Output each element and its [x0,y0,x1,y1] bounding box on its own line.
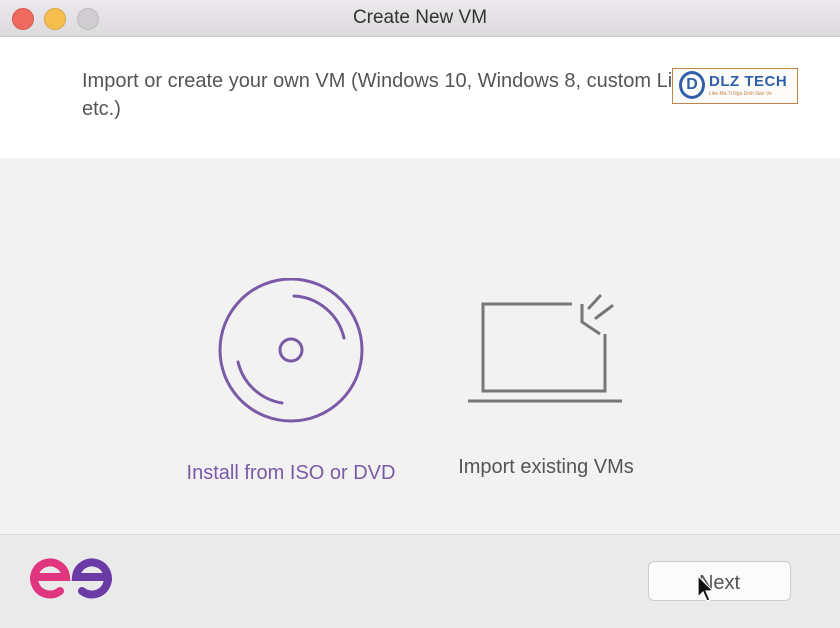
import-existing-vms-option[interactable]: Import existing VMs [446,288,646,488]
laptop-import-icon [468,294,622,403]
title-bar: Create New VM [0,0,840,37]
header-panel: Import or create your own VM (Windows 10… [0,37,840,158]
header-description: Import or create your own VM (Windows 10… [82,70,711,120]
install-from-iso-option[interactable]: Install from ISO or DVD [176,278,406,488]
watermark-text: DLZ TECH [709,73,788,90]
watermark-subtext: Like Ma Ti Nga Dinh Nan Ve [709,91,772,97]
disc-icon [218,278,364,423]
watermark-logo: D DLZ TECH Like Ma Ti Nga Dinh Nan Ve [672,68,798,104]
import-existing-vms-label: Import existing VMs [458,456,634,478]
watermark-letter: D [679,71,705,99]
install-from-iso-label: Install from ISO or DVD [186,462,396,484]
options-area: Install from ISO or DVD Import existing … [0,158,840,534]
mouse-cursor-icon [697,575,715,602]
window-title: Create New VM [352,7,488,28]
ee-logo-icon [30,558,112,599]
next-button[interactable]: Next [648,561,791,601]
create-vm-window: Create New VM Import or create your own … [0,0,840,628]
